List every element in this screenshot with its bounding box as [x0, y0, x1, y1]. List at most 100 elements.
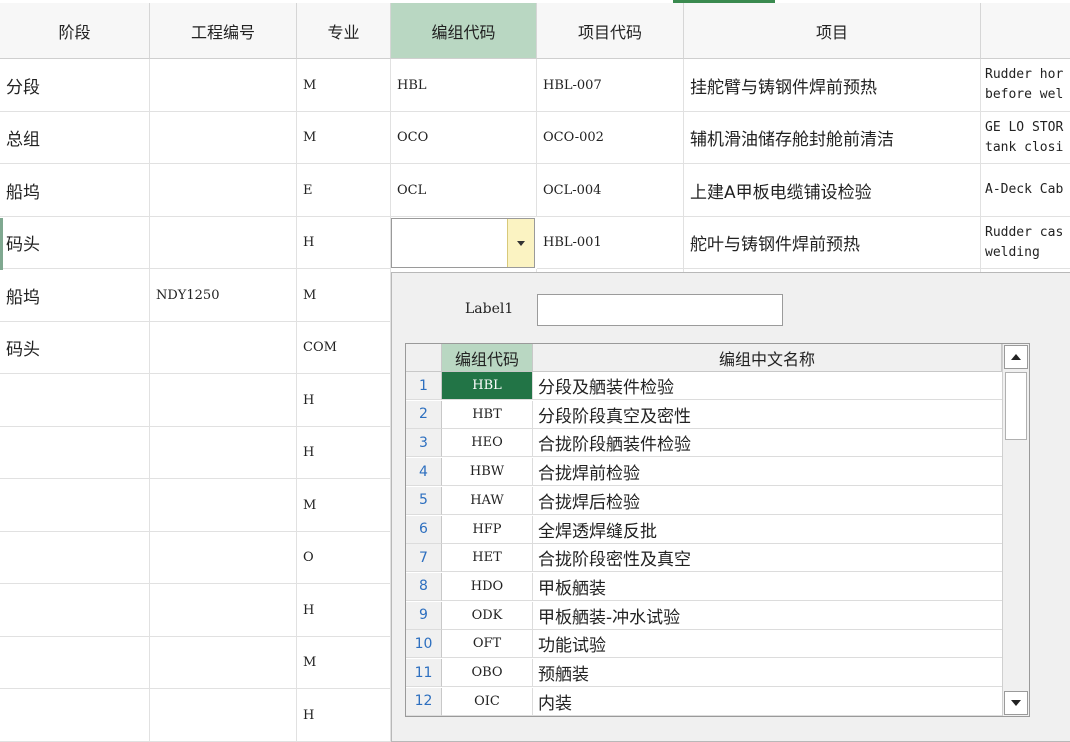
- discipline-cell[interactable]: M: [297, 112, 391, 164]
- item-cell[interactable]: 辅机滑油储存舱封舱前清洁: [684, 112, 981, 164]
- header-item-code[interactable]: 项目代码: [537, 3, 684, 59]
- group-code-cell[interactable]: OCL: [391, 164, 537, 217]
- list-name-cell[interactable]: 内装: [533, 688, 1002, 716]
- item-cell[interactable]: 舵叶与铸钢件焊前预热: [684, 217, 981, 269]
- project-no-cell[interactable]: [150, 532, 297, 584]
- project-no-cell[interactable]: [150, 689, 297, 742]
- group-code-cell[interactable]: OCO: [391, 112, 537, 164]
- list-code-cell[interactable]: HBT: [442, 400, 533, 429]
- list-row[interactable]: 3 HEO 合拢阶段舾装件检验: [406, 429, 1002, 458]
- list-name-cell[interactable]: 预舾装: [533, 659, 1002, 687]
- list-name-cell[interactable]: 功能试验: [533, 630, 1002, 659]
- dropdown-button[interactable]: [507, 219, 534, 267]
- list-code-cell[interactable]: HEO: [442, 429, 533, 458]
- item-en-cell[interactable]: Rudder cas welding: [981, 217, 1070, 269]
- list-name-cell[interactable]: 分段及舾装件检验: [533, 372, 1002, 400]
- list-scrollbar[interactable]: [1002, 344, 1029, 716]
- list-row[interactable]: 4 HBW 合拢焊前检验: [406, 458, 1002, 487]
- discipline-cell[interactable]: H: [297, 217, 391, 269]
- stage-cell[interactable]: [0, 532, 150, 584]
- discipline-cell[interactable]: O: [297, 532, 391, 584]
- stage-cell[interactable]: [0, 374, 150, 427]
- list-row[interactable]: 11 OBO 预舾装: [406, 659, 1002, 687]
- discipline-cell[interactable]: M: [297, 59, 391, 112]
- item-en-cell[interactable]: Rudder hor before wel: [981, 59, 1070, 112]
- list-name-cell[interactable]: 合拢阶段密性及真空: [533, 544, 1002, 573]
- item-cell[interactable]: 挂舵臂与铸钢件焊前预热: [684, 59, 981, 112]
- list-code-cell[interactable]: HAW: [442, 486, 533, 515]
- discipline-cell[interactable]: M: [297, 479, 391, 532]
- scroll-up-button[interactable]: [1004, 345, 1028, 369]
- project-no-cell[interactable]: [150, 112, 297, 164]
- list-name-cell[interactable]: 甲板舾装: [533, 573, 1002, 601]
- list-code-cell[interactable]: OIC: [442, 687, 533, 716]
- list-name-cell[interactable]: 合拢焊后检验: [533, 487, 1002, 515]
- discipline-cell[interactable]: H: [297, 427, 391, 479]
- discipline-cell[interactable]: H: [297, 374, 391, 427]
- project-no-cell[interactable]: [150, 479, 297, 532]
- list-code-cell[interactable]: HDO: [442, 572, 533, 601]
- stage-cell[interactable]: [0, 584, 150, 637]
- stage-cell[interactable]: [0, 479, 150, 532]
- stage-cell[interactable]: [0, 427, 150, 479]
- list-row[interactable]: 9 ODK 甲板舾装-冲水试验: [406, 601, 1002, 630]
- stage-cell[interactable]: 总组: [0, 112, 150, 164]
- list-name-cell[interactable]: 分段阶段真空及密性: [533, 401, 1002, 429]
- list-row[interactable]: 10 OFT 功能试验: [406, 630, 1002, 659]
- list-row[interactable]: 6 HFP 全焊透焊缝反批: [406, 515, 1002, 544]
- stage-cell[interactable]: 船坞: [0, 269, 150, 322]
- discipline-cell[interactable]: M: [297, 637, 391, 689]
- header-item[interactable]: 项目: [684, 3, 981, 59]
- stage-cell[interactable]: 码头: [0, 322, 150, 374]
- list-row[interactable]: 5 HAW 合拢焊后检验: [406, 486, 1002, 515]
- list-code-cell[interactable]: ODK: [442, 601, 533, 630]
- item-en-cell[interactable]: GE LO STOR tank closi: [981, 112, 1070, 164]
- item-code-cell[interactable]: OCO-002: [537, 112, 684, 164]
- item-code-cell[interactable]: OCL-004: [537, 164, 684, 217]
- stage-cell[interactable]: 船坞: [0, 164, 150, 217]
- discipline-cell[interactable]: M: [297, 269, 391, 322]
- list-code-cell[interactable]: OFT: [442, 630, 533, 659]
- list-name-cell[interactable]: 全焊透焊缝反批: [533, 516, 1002, 544]
- group-code-cell[interactable]: HBL: [391, 59, 537, 112]
- item-en-cell[interactable]: A-Deck Cab: [981, 164, 1070, 217]
- header-discipline[interactable]: 专业: [297, 3, 391, 59]
- item-code-cell[interactable]: HBL-007: [537, 59, 684, 112]
- list-code-cell[interactable]: HET: [442, 544, 533, 573]
- header-group-code[interactable]: 编组代码: [391, 3, 537, 59]
- list-code-cell[interactable]: HBW: [442, 458, 533, 487]
- project-no-cell[interactable]: [150, 374, 297, 427]
- list-row[interactable]: 7 HET 合拢阶段密性及真空: [406, 544, 1002, 573]
- list-code-cell[interactable]: HFP: [442, 515, 533, 544]
- project-no-cell[interactable]: [150, 59, 297, 112]
- list-header-name[interactable]: 编组中文名称: [533, 344, 1002, 372]
- list-name-cell[interactable]: 甲板舾装-冲水试验: [533, 602, 1002, 630]
- discipline-cell[interactable]: H: [297, 584, 391, 637]
- discipline-cell[interactable]: H: [297, 689, 391, 742]
- stage-cell[interactable]: 码头: [0, 217, 150, 269]
- project-no-cell[interactable]: [150, 427, 297, 479]
- list-row[interactable]: 2 HBT 分段阶段真空及密性: [406, 400, 1002, 429]
- stage-cell[interactable]: 分段: [0, 59, 150, 112]
- discipline-cell[interactable]: E: [297, 164, 391, 217]
- group-code-editor[interactable]: [391, 218, 535, 268]
- item-code-cell[interactable]: HBL-001: [537, 217, 684, 269]
- project-no-cell[interactable]: [150, 164, 297, 217]
- stage-cell[interactable]: [0, 637, 150, 689]
- stage-cell[interactable]: [0, 689, 150, 742]
- list-code-cell[interactable]: HBL: [442, 372, 533, 400]
- list-name-cell[interactable]: 合拢阶段舾装件检验: [533, 429, 1002, 458]
- header-project-no[interactable]: 工程编号: [150, 3, 297, 59]
- scroll-thumb[interactable]: [1005, 372, 1027, 440]
- project-no-cell[interactable]: [150, 217, 297, 269]
- list-row[interactable]: 12 OIC 内装: [406, 687, 1002, 716]
- popup-search-input[interactable]: [537, 294, 783, 326]
- scroll-down-button[interactable]: [1004, 691, 1028, 715]
- list-row[interactable]: 1 HBL 分段及舾装件检验: [406, 372, 1002, 400]
- list-row[interactable]: 8 HDO 甲板舾装: [406, 572, 1002, 601]
- list-header-code[interactable]: 编组代码: [442, 344, 533, 372]
- list-code-cell[interactable]: OBO: [442, 659, 533, 687]
- project-no-cell[interactable]: [150, 637, 297, 689]
- project-no-cell[interactable]: NDY1250: [150, 269, 297, 322]
- discipline-cell[interactable]: COM: [297, 322, 391, 374]
